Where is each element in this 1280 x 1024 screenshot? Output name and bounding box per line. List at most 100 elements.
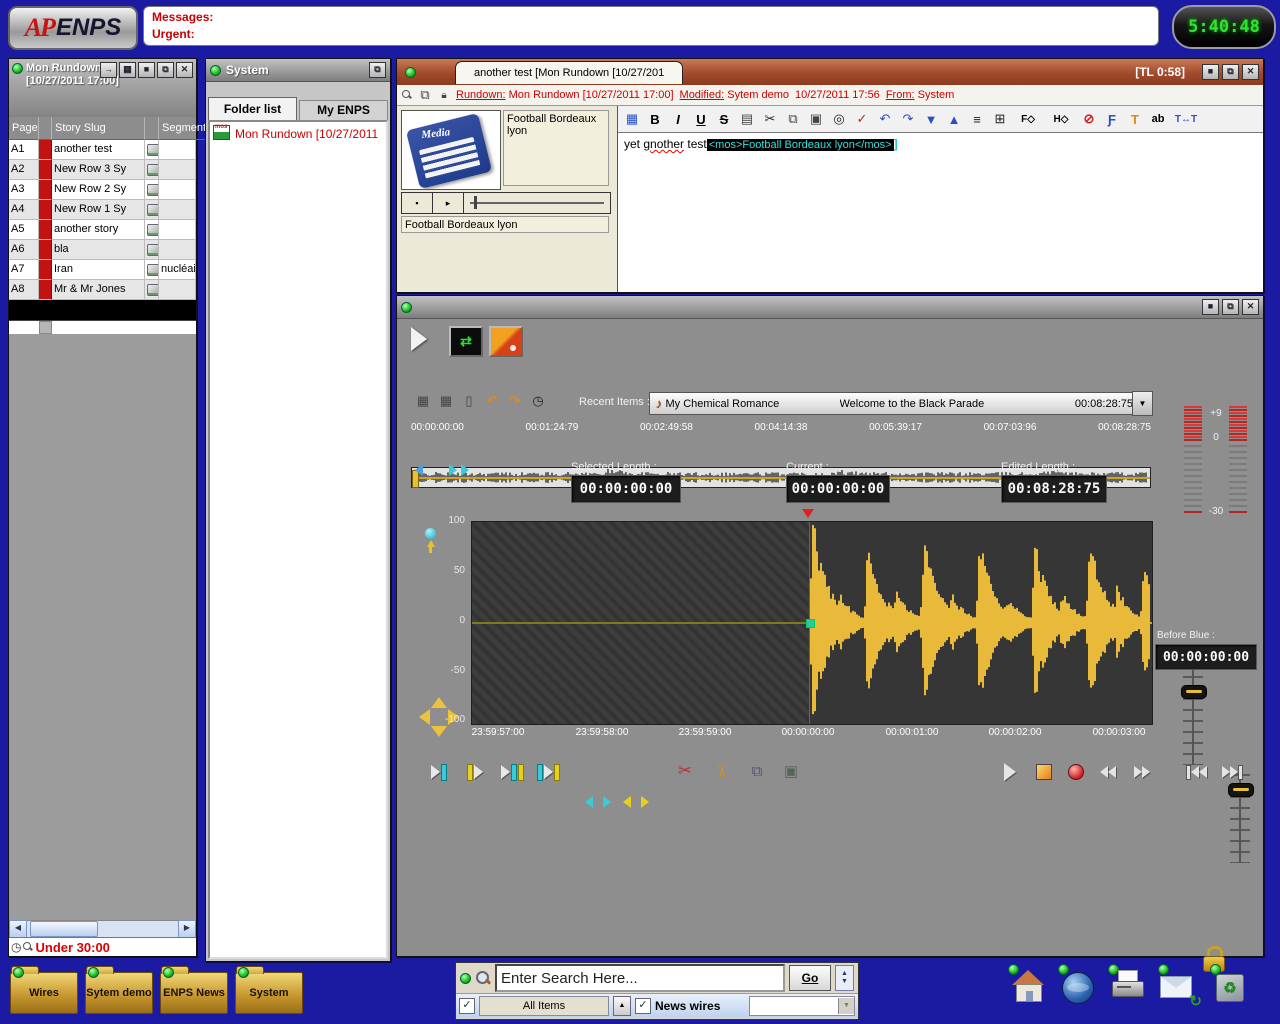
spellcheck-icon[interactable]: ✓ xyxy=(851,109,873,129)
home-icon[interactable] xyxy=(1008,968,1052,1012)
cut-icon[interactable]: ✂ xyxy=(759,109,781,129)
media-seek-slider[interactable] xyxy=(464,193,610,213)
skip-to-end-button[interactable] xyxy=(1219,761,1245,783)
audio-titlebar[interactable]: ■ ⧉ ✕ xyxy=(397,296,1263,319)
maximize-button[interactable]: ■ xyxy=(1202,299,1219,315)
col-page[interactable]: Page xyxy=(9,117,39,140)
story-text-area[interactable]: yet gnother test<mos>Football Bordeaux l… xyxy=(618,133,1263,292)
paste-icon[interactable]: ▣ xyxy=(805,109,827,129)
record-button[interactable] xyxy=(1063,761,1089,783)
scroll-right-button[interactable]: ▶ xyxy=(178,920,196,938)
play-button[interactable]: ▸ xyxy=(433,193,464,213)
table-row[interactable]: A8Mr & Mr Jones xyxy=(9,280,196,300)
undo-icon[interactable]: ↶ xyxy=(482,392,502,410)
font-icon[interactable]: Ƒ xyxy=(1101,109,1123,129)
redo-icon[interactable]: ↷ xyxy=(505,392,525,410)
undo-icon[interactable]: ↶ xyxy=(874,109,896,129)
close-button[interactable]: ✕ xyxy=(1242,64,1259,80)
level-fader-left[interactable] xyxy=(1180,667,1206,765)
filter-dropdown[interactable]: All Items xyxy=(479,996,609,1016)
filter-checkbox[interactable]: ✓ xyxy=(459,998,475,1014)
move-down-icon[interactable]: ▼ xyxy=(920,109,942,129)
play-mode-button[interactable] xyxy=(411,324,437,354)
nav-up-icon[interactable] xyxy=(431,697,447,708)
layers-icon[interactable]: ⧉ xyxy=(418,86,432,104)
redo-icon[interactable]: ↷ xyxy=(897,109,919,129)
close-button[interactable]: ✕ xyxy=(176,62,193,78)
nudge-out-left-icon[interactable] xyxy=(623,796,631,808)
table-row[interactable]: A4New Row 1 Sy xyxy=(9,200,196,220)
collapse-button[interactable]: ▲ xyxy=(613,996,631,1016)
spinner-button[interactable]: ▲▼ xyxy=(835,965,854,991)
story-titlebar[interactable]: another test [Mon Rundown [10/27/201 [TL… xyxy=(397,59,1263,85)
table-row[interactable]: A1another test xyxy=(9,140,196,160)
horizontal-scrollbar[interactable]: ◀ ▶ xyxy=(9,920,196,937)
scrollbar-thumb[interactable] xyxy=(30,921,98,937)
restore-button[interactable]: ⧉ xyxy=(1222,299,1239,315)
strikethrough-button[interactable]: S xyxy=(713,109,735,129)
table-row[interactable]: A3New Row 2 Sy xyxy=(9,180,196,200)
highlight-icon[interactable]: ab xyxy=(1147,109,1169,129)
h-marker-icon[interactable]: H◇ xyxy=(1045,109,1077,129)
fader-handle[interactable] xyxy=(1181,685,1207,699)
fader-handle[interactable] xyxy=(1228,783,1254,797)
folder-shortcut-wires[interactable]: Wires xyxy=(10,972,78,1014)
news-wires-checkbox[interactable]: ✓ xyxy=(635,998,651,1014)
scroll-left-button[interactable]: ◀ xyxy=(9,920,27,938)
text-style-icon[interactable]: T xyxy=(1124,109,1146,129)
folder-shortcut-sytem-demo[interactable]: Sytem demo xyxy=(85,972,153,1014)
close-button[interactable]: ✕ xyxy=(1242,299,1259,315)
cut-icon[interactable]: ✂ xyxy=(675,762,695,780)
play-selection-button[interactable] xyxy=(537,762,560,782)
underline-button[interactable]: U xyxy=(690,109,712,129)
nudge-in-left-icon[interactable] xyxy=(585,796,593,808)
f-marker-icon[interactable]: F◇ xyxy=(1012,109,1044,129)
system-titlebar[interactable]: System ⧉ xyxy=(206,59,390,82)
fast-forward-button[interactable] xyxy=(1129,761,1155,783)
waveform-editor-button[interactable]: ⇄ xyxy=(449,326,483,357)
document-icon[interactable]: ▯ xyxy=(459,392,479,410)
col-segment[interactable]: Segment xyxy=(159,117,210,140)
story-tab[interactable]: another test [Mon Rundown [10/27/201 xyxy=(455,61,683,84)
find-icon[interactable]: ◎ xyxy=(828,109,850,129)
folder-shortcut-system[interactable]: System xyxy=(235,972,303,1014)
grid-view-button[interactable]: ▦ xyxy=(119,62,136,78)
waveform-plot[interactable] xyxy=(471,521,1153,725)
trim-icon[interactable]: ✂ xyxy=(712,761,730,781)
search-input[interactable] xyxy=(495,964,785,992)
save-as-icon[interactable]: ▦ xyxy=(436,392,456,410)
move-up-icon[interactable]: ▲ xyxy=(943,109,965,129)
stop-button[interactable]: ▪ xyxy=(402,193,433,213)
scroll-left-icon[interactable] xyxy=(415,464,423,476)
tab-folder-list[interactable]: Folder list xyxy=(208,97,297,120)
dropdown-arrow-button[interactable]: ▼ xyxy=(1132,391,1153,416)
timer-icon[interactable]: ◷ xyxy=(528,392,548,410)
marker-next-icon[interactable] xyxy=(449,464,457,476)
play-button[interactable] xyxy=(997,761,1023,783)
enps-logo[interactable]: AP ENPS xyxy=(8,6,138,50)
rewind-button[interactable] xyxy=(1095,761,1121,783)
table-row[interactable]: A7Irannucléaire- xyxy=(9,260,196,280)
save-icon[interactable]: ▦ xyxy=(413,392,433,410)
recycle-icon[interactable]: ♻ xyxy=(1210,968,1254,1012)
col-story-slug[interactable]: Story Slug xyxy=(52,117,145,140)
nav-left-icon[interactable] xyxy=(419,709,430,725)
restore-button[interactable]: ⧉ xyxy=(1222,64,1239,80)
restore-button[interactable]: ⧉ xyxy=(157,62,174,78)
wire-dropdown[interactable]: ▼ xyxy=(749,996,855,1016)
paste-icon[interactable]: ▣ xyxy=(781,762,801,780)
table-row[interactable]: A2New Row 3 Sy xyxy=(9,160,196,180)
enps-tool-button[interactable] xyxy=(489,326,523,357)
globe-icon[interactable] xyxy=(1058,968,1102,1012)
list-item[interactable]: Mon Rundown [10/27/2011 xyxy=(213,125,383,141)
insert-rule-icon[interactable]: ≡ xyxy=(966,109,988,129)
play-from-mark-button[interactable] xyxy=(467,762,483,782)
restore-button[interactable]: ⧉ xyxy=(369,62,386,78)
recent-items-dropdown[interactable]: ♪ My Chemical Romance Welcome to the Bla… xyxy=(649,392,1139,415)
media-name-field[interactable]: Football Bordeaux lyon xyxy=(401,216,609,233)
maximize-button[interactable]: ■ xyxy=(1202,64,1219,80)
pointer-tool-icon[interactable] xyxy=(423,528,439,554)
table-row[interactable]: A5another story xyxy=(9,220,196,240)
copy-icon[interactable]: ⧉ xyxy=(747,762,767,780)
nudge-in-right-icon[interactable] xyxy=(603,796,611,808)
